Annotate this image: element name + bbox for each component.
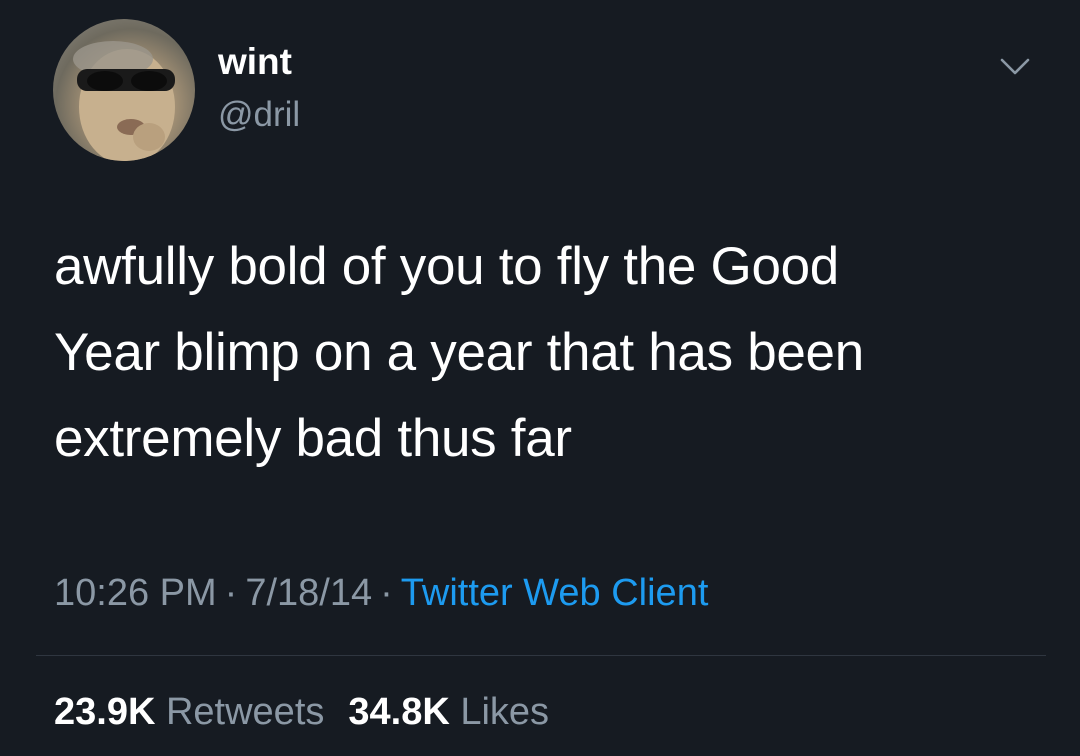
chevron-down-icon[interactable]	[998, 54, 1032, 80]
avatar[interactable]	[53, 19, 195, 161]
author-handle[interactable]: @dril	[218, 94, 300, 136]
meta-separator: ·	[224, 572, 238, 614]
likes-count: 34.8K	[348, 691, 450, 733]
tweet-client-link[interactable]: Twitter Web Client	[401, 572, 709, 614]
likes-stat[interactable]: 34.8K Likes	[348, 691, 549, 733]
tweet-text: awfully bold of you to fly the Good Year…	[54, 224, 1014, 482]
avatar-face-icon	[73, 41, 175, 161]
divider	[36, 655, 1046, 656]
tweet-date[interactable]: 7/18/14	[245, 572, 372, 614]
tweet-text-line: awfully bold of you to fly the Good	[54, 237, 839, 296]
likes-label: Likes	[460, 691, 550, 733]
tweet-time[interactable]: 10:26 PM	[54, 572, 217, 614]
author-display-name[interactable]: wint	[218, 40, 292, 84]
tweet-card: wint @dril awfully bold of you to fly th…	[0, 0, 1080, 756]
tweet-meta: 10:26 PM · 7/18/14 · Twitter Web Client	[54, 570, 708, 616]
retweets-count: 23.9K	[54, 691, 156, 733]
tweet-text-line: Year blimp on a year that has been	[54, 323, 864, 382]
meta-separator: ·	[380, 572, 393, 614]
tweet-stats: 23.9K Retweets 34.8K Likes	[54, 689, 549, 735]
tweet-text-line: extremely bad thus far	[54, 409, 572, 468]
retweets-label: Retweets	[165, 691, 325, 733]
retweets-stat[interactable]: 23.9K Retweets	[54, 691, 324, 733]
